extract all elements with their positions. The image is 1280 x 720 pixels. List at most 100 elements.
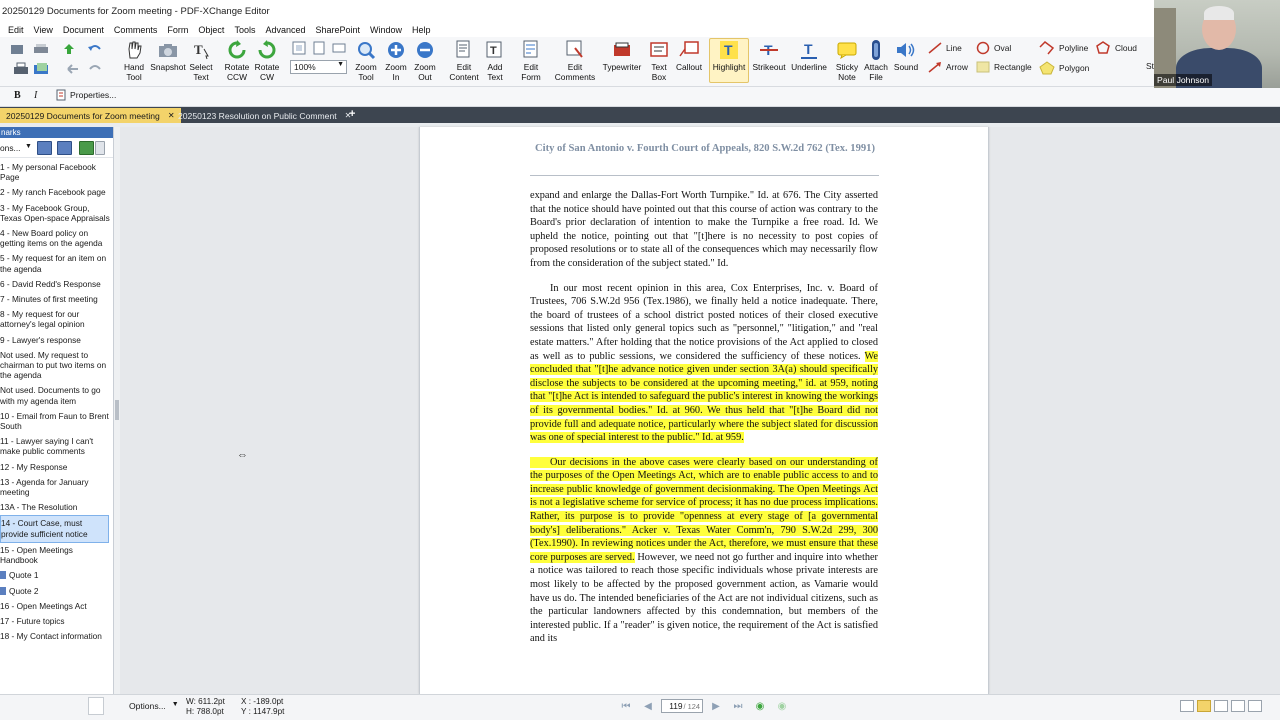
redo-icon[interactable] — [86, 61, 104, 77]
bookmark-item[interactable]: 17 - Future topics — [0, 614, 113, 629]
menu-tools[interactable]: Tools — [230, 25, 261, 35]
snapshot-button[interactable]: Snapshot — [150, 39, 186, 72]
bookmark-item[interactable]: 14 - Court Case, must provide sufficient… — [0, 515, 109, 543]
facing-view-icon[interactable] — [1214, 700, 1228, 712]
properties-button[interactable]: Properties... — [56, 89, 116, 101]
menu-view[interactable]: View — [30, 25, 59, 35]
bookmark-item[interactable]: 8 - My request for our attorney's legal … — [0, 307, 113, 332]
menu-object[interactable]: Object — [194, 25, 230, 35]
menu-sharepoint[interactable]: SharePoint — [311, 25, 366, 35]
delete-bookmark-icon[interactable] — [57, 141, 72, 155]
polygon-tool[interactable]: Polygon — [1039, 61, 1089, 75]
add-bookmark-icon[interactable] — [37, 141, 52, 155]
rectangle-tool[interactable]: Rectangle — [976, 61, 1032, 73]
bookmark-item[interactable]: 11 - Lawyer saying I can't make public c… — [0, 434, 113, 459]
chevron-down-icon[interactable]: ▼ — [337, 61, 344, 68]
pdf-page[interactable]: City of San Antonio v. Fourth Court of A… — [419, 127, 989, 694]
email-icon[interactable] — [32, 61, 50, 77]
bookmark-item[interactable]: 5 - My request for an item on the agenda — [0, 251, 113, 276]
document-viewport[interactable]: City of San Antonio v. Fourth Court of A… — [120, 127, 1280, 694]
highlight-annotation[interactable]: We concluded that "[t]he advance notice … — [530, 350, 878, 444]
new-tab-plus-icon[interactable]: + — [349, 108, 355, 120]
back-icon[interactable] — [64, 61, 82, 77]
attach-file-button[interactable]: Attach File — [863, 39, 889, 82]
menu-window[interactable]: Window — [366, 25, 408, 35]
hand-tool-button[interactable]: Hand Tool — [120, 39, 148, 82]
print-icon[interactable] — [12, 61, 30, 77]
go-back-icon[interactable]: ◉ — [751, 699, 769, 713]
menu-document[interactable]: Document — [59, 25, 110, 35]
bold-button[interactable]: B — [14, 90, 21, 101]
zoom-level-input[interactable]: 100% ▼ — [290, 60, 347, 74]
cloud-tool[interactable]: Cloud — [1095, 41, 1137, 55]
zoom-tool-button[interactable]: Zoom Tool — [352, 39, 380, 82]
rotate-cw-button[interactable]: Rotate CW — [253, 39, 281, 82]
bookmark-item[interactable]: 10 - Email from Faun to Brent South — [0, 409, 113, 434]
bookmark-item[interactable]: 6 - David Redd's Response — [0, 277, 113, 292]
highlight-annotation[interactable]: Our decisions in the above cases were cl… — [530, 456, 878, 563]
bookmark-item[interactable]: Not used. Documents to go with my agenda… — [0, 383, 113, 408]
first-page-icon[interactable]: ⏮ — [617, 699, 635, 713]
underline-button[interactable]: T Underline — [789, 39, 829, 72]
continuous-view-icon[interactable] — [1197, 700, 1211, 712]
full-screen-view-icon[interactable] — [1248, 700, 1262, 712]
polyline-tool[interactable]: Polyline — [1039, 41, 1088, 55]
go-forward-icon[interactable]: ◉ — [773, 699, 791, 713]
menu-edit[interactable]: Edit — [0, 25, 30, 35]
previous-page-icon[interactable]: ◀ — [639, 699, 657, 713]
bookmark-item[interactable]: 16 - Open Meetings Act — [0, 599, 113, 614]
add-text-button[interactable]: T Add Text — [481, 39, 509, 82]
chevron-down-icon[interactable]: ▼ — [25, 143, 32, 150]
sticky-note-button[interactable]: Sticky Note — [834, 39, 860, 82]
new-child-bookmark-icon[interactable] — [79, 141, 94, 155]
edit-comments-button[interactable]: Edit Comments — [553, 39, 597, 82]
page-thumbnail-icon[interactable] — [88, 697, 104, 715]
edit-content-button[interactable]: Edit Content — [447, 39, 481, 82]
bookmark-item[interactable]: 18 - My Contact information — [0, 629, 113, 644]
zoom-in-button[interactable]: Zoom In — [382, 39, 410, 82]
status-options-button[interactable]: Options... ▼ — [129, 701, 179, 711]
tab-documents-for-zoom[interactable]: 20250129 Documents for Zoom meeting ✕ — [0, 108, 181, 123]
bookmark-item[interactable]: 7 - Minutes of first meeting — [0, 292, 113, 307]
italic-button[interactable]: I — [34, 90, 37, 101]
strikeout-button[interactable]: T Strikeout — [751, 39, 787, 72]
bookmark-item[interactable]: 15 - Open Meetings Handbook — [0, 543, 113, 568]
highlight-button[interactable]: T Highlight — [709, 38, 749, 83]
actual-size-icon[interactable] — [290, 40, 308, 56]
menu-help[interactable]: Help — [408, 25, 437, 35]
save-icon[interactable] — [60, 41, 78, 57]
menu-form[interactable]: Form — [163, 25, 194, 35]
bookmark-item[interactable]: 2 - My ranch Facebook page — [0, 185, 113, 200]
arrow-tool[interactable]: Arrow — [928, 61, 968, 73]
last-page-icon[interactable]: ⏭ — [729, 699, 747, 713]
scan-icon[interactable] — [32, 41, 50, 57]
page-number-input[interactable]: 119 / 124 — [661, 699, 703, 713]
text-box-button[interactable]: Text Box — [647, 39, 671, 82]
bookmark-item[interactable]: 13 - Agenda for January meeting — [0, 475, 113, 500]
toolbar-overflow[interactable]: St — [1146, 61, 1154, 71]
line-tool[interactable]: Line — [928, 42, 962, 54]
bookmark-item[interactable]: 4 - New Board policy on getting items on… — [0, 226, 113, 251]
select-text-button[interactable]: T Select Text — [187, 39, 215, 82]
single-page-view-icon[interactable] — [1180, 700, 1194, 712]
bookmarks-options-button[interactable]: ons... — [0, 143, 20, 153]
bookmark-item[interactable]: Not used. My request to chairman to put … — [0, 348, 113, 384]
zoom-out-button[interactable]: Zoom Out — [411, 39, 439, 82]
open-icon[interactable] — [8, 41, 26, 57]
bookmark-item[interactable]: 13A - The Resolution — [0, 500, 113, 515]
menu-comments[interactable]: Comments — [110, 25, 164, 35]
scroll-thumb[interactable] — [115, 400, 119, 420]
bookmark-item[interactable]: 9 - Lawyer's response — [0, 333, 113, 348]
bookmark-item[interactable]: 1 - My personal Facebook Page — [0, 160, 113, 185]
bookmark-item[interactable]: Quote 1 — [0, 568, 113, 583]
menu-advanced[interactable]: Advanced — [261, 25, 311, 35]
next-page-icon[interactable]: ▶ — [707, 699, 725, 713]
undo-icon[interactable] — [86, 41, 104, 57]
bookmark-menu-icon[interactable] — [95, 141, 105, 155]
callout-button[interactable]: Callout — [673, 39, 705, 72]
sound-button[interactable]: Sound — [892, 39, 920, 72]
rotate-ccw-button[interactable]: Rotate CCW — [222, 39, 252, 82]
bookmark-item[interactable]: 3 - My Facebook Group, Texas Open-space … — [0, 201, 113, 226]
fit-page-icon[interactable] — [310, 40, 328, 56]
tab-resolution-public-comment[interactable]: 20250123 Resolution on Public Comment ✕ — [172, 108, 357, 123]
